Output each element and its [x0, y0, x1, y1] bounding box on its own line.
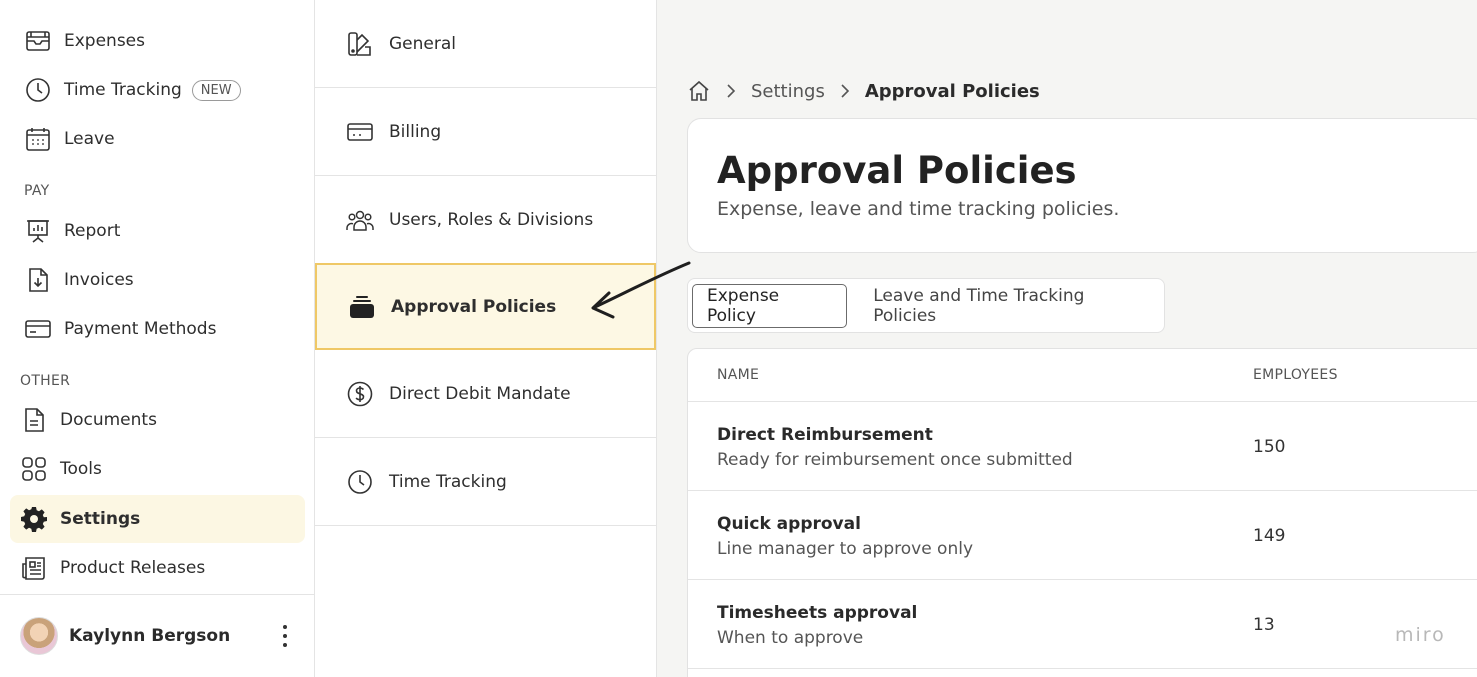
clock-icon — [345, 467, 375, 497]
policy-name: Quick approval — [717, 514, 861, 534]
dollar-icon — [345, 379, 375, 409]
breadcrumb-settings[interactable]: Settings — [751, 81, 825, 102]
sidebar-item-label: Expenses — [64, 31, 145, 51]
sidebar-item-documents[interactable]: Documents — [10, 396, 305, 444]
column-header-employees: EMPLOYEES — [1253, 367, 1338, 383]
settings-item-billing[interactable]: Billing — [315, 88, 656, 176]
employee-count: 149 — [1253, 526, 1286, 546]
settings-menu: General Billing Users, Roles & Divisions… — [315, 0, 657, 677]
sidebar-item-label: Report — [64, 221, 121, 241]
avatar — [20, 617, 58, 655]
sidebar-item-leave[interactable]: Leave — [10, 115, 305, 163]
sidebar-item-label: Time Tracking — [64, 80, 182, 100]
settings-item-general[interactable]: General — [315, 0, 656, 88]
section-label-other: OTHER — [20, 373, 71, 389]
clock-icon — [24, 76, 52, 104]
sidebar-item-tools[interactable]: Tools — [10, 445, 305, 493]
sidebar-item-time-tracking[interactable]: Time Tracking NEW — [10, 66, 305, 114]
tab-expense-policy[interactable]: Expense Policy — [692, 283, 848, 328]
annotation-arrow-icon — [591, 261, 691, 319]
employee-count: 150 — [1253, 437, 1286, 457]
sidebar-item-label: Tools — [60, 459, 102, 479]
settings-item-direct-debit[interactable]: Direct Debit Mandate — [315, 350, 656, 438]
policy-tabs: Expense Policy Leave and Time Tracking P… — [687, 278, 1165, 333]
chevron-right-icon — [726, 84, 736, 98]
table-row[interactable]: Quick approval Line manager to approve o… — [688, 491, 1477, 580]
wallet-icon — [24, 27, 52, 55]
policy-description: Ready for reimbursement once submitted — [717, 450, 1073, 470]
settings-item-label: Direct Debit Mandate — [389, 383, 571, 404]
employee-count: 13 — [1253, 615, 1275, 635]
grid-icon — [20, 455, 48, 483]
card-icon — [345, 117, 375, 147]
stack-icon — [347, 292, 377, 322]
users-icon — [345, 205, 375, 235]
sidebar-item-label: Settings — [60, 509, 141, 529]
policy-description: When to approve — [717, 628, 864, 648]
newspaper-icon — [20, 554, 48, 582]
policy-name: Timesheets approval — [717, 603, 918, 623]
sidebar-item-label: Payment Methods — [64, 319, 217, 339]
more-options-icon[interactable] — [282, 625, 288, 647]
tab-leave-time-tracking[interactable]: Leave and Time Tracking Policies — [859, 284, 1164, 328]
sidebar-item-payment-methods[interactable]: Payment Methods — [10, 305, 305, 353]
table-row[interactable]: Direct Reimbursement Ready for reimburse… — [688, 402, 1477, 491]
settings-item-users-roles[interactable]: Users, Roles & Divisions — [315, 176, 656, 264]
credit-card-icon — [24, 315, 52, 343]
breadcrumb: Settings Approval Policies — [687, 78, 1040, 104]
policy-description: Line manager to approve only — [717, 539, 974, 559]
policy-name: Direct Reimbursement — [717, 425, 933, 445]
invoice-icon — [24, 266, 52, 294]
table-row[interactable]: Timesheets approval When to approve 13 — [688, 580, 1477, 669]
document-icon — [20, 406, 48, 434]
user-profile[interactable]: Kaylynn Bergson — [0, 594, 314, 677]
section-label-pay: PAY — [24, 183, 50, 199]
palette-icon — [345, 29, 375, 59]
sidebar: Expenses Time Tracking NEW Leave PAY Rep… — [0, 0, 315, 677]
main-content: Settings Approval Policies Approval Poli… — [657, 0, 1477, 677]
sidebar-item-label: Leave — [64, 129, 115, 149]
home-icon[interactable] — [687, 79, 711, 103]
sidebar-item-expenses[interactable]: Expenses — [10, 17, 305, 65]
gear-icon — [20, 505, 48, 533]
sidebar-item-label: Product Releases — [60, 558, 206, 578]
calendar-icon — [24, 125, 52, 153]
page-header: Approval Policies Expense, leave and tim… — [687, 118, 1477, 253]
page-subtitle: Expense, leave and time tracking policie… — [717, 198, 1120, 220]
settings-item-time-tracking[interactable]: Time Tracking — [315, 438, 656, 526]
sidebar-item-settings[interactable]: Settings — [10, 495, 305, 543]
settings-item-label: Approval Policies — [391, 296, 557, 317]
sidebar-item-report[interactable]: Report — [10, 207, 305, 255]
sidebar-item-invoices[interactable]: Invoices — [10, 256, 305, 304]
new-badge: NEW — [191, 79, 241, 101]
sidebar-item-label: Invoices — [64, 270, 134, 290]
sidebar-item-label: Documents — [60, 410, 157, 430]
settings-item-label: Users, Roles & Divisions — [389, 209, 594, 230]
settings-item-label: General — [389, 33, 456, 54]
user-name: Kaylynn Bergson — [69, 626, 231, 646]
settings-item-label: Billing — [389, 121, 442, 142]
policies-table: NAME EMPLOYEES Direct Reimbursement Read… — [687, 348, 1477, 677]
column-header-name: NAME — [717, 367, 760, 383]
page-title: Approval Policies — [717, 149, 1077, 192]
breadcrumb-current: Approval Policies — [864, 80, 1040, 102]
miro-watermark: miro — [1395, 624, 1446, 646]
settings-item-label: Time Tracking — [389, 471, 507, 492]
sidebar-item-product-releases[interactable]: Product Releases — [10, 544, 305, 592]
chevron-right-icon — [840, 84, 850, 98]
report-icon — [24, 217, 52, 245]
